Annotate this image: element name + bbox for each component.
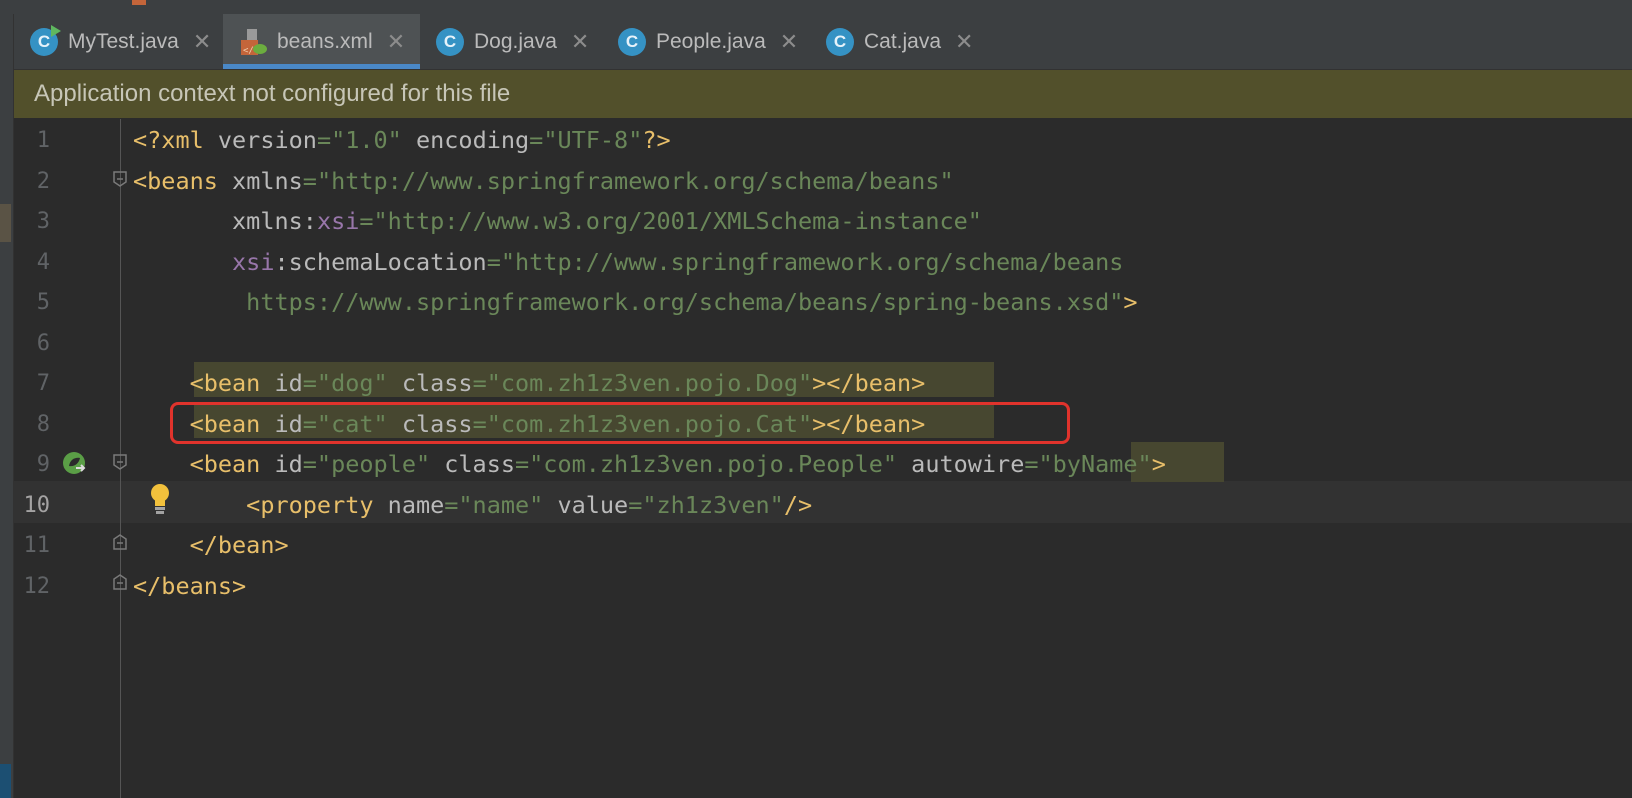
code-token: ="name"	[444, 490, 558, 519]
code-token: id	[274, 369, 303, 397]
code-token: ="dog"	[302, 369, 402, 397]
close-icon[interactable]: ✕	[780, 30, 798, 53]
tab-cat-java[interactable]: C Cat.java ✕	[826, 14, 996, 69]
java-class-icon: C	[618, 27, 646, 56]
code-line[interactable]: <bean id="dog" class="com.zh1z3ven.pojo.…	[133, 363, 926, 403]
code-token: ="http://www.w3.org/2001/XMLSchema-insta…	[359, 207, 982, 235]
line-number[interactable]: 1	[14, 128, 50, 153]
code-line[interactable]: https://www.springframework.org/schema/b…	[133, 282, 1138, 322]
tab-people-java[interactable]: C People.java ✕	[618, 14, 818, 69]
close-icon[interactable]: ✕	[955, 30, 973, 53]
code-token: ="com.zh1z3ven.pojo.People"	[515, 450, 912, 478]
line-number[interactable]: 4	[14, 250, 50, 275]
code-token: </bean>	[133, 531, 289, 559]
window-marker	[132, 0, 146, 5]
line-number[interactable]: 2	[14, 169, 50, 194]
spring-bean-navigate-icon[interactable]	[62, 451, 88, 477]
line-number[interactable]: 5	[14, 290, 50, 315]
editor-tab-bar: C MyTest.java ✕ </ beans.xml ✕ C Dog.jav…	[14, 14, 1632, 70]
code-line[interactable]: </beans>	[133, 566, 246, 606]
close-icon[interactable]: ✕	[571, 30, 589, 53]
fold-collapse-icon[interactable]	[113, 171, 127, 187]
code-token: ="zh1z3ven"	[628, 490, 784, 519]
line-number[interactable]: 10	[14, 493, 51, 518]
tab-label: beans.xml	[277, 29, 373, 53]
line-number[interactable]: 9	[14, 452, 50, 477]
code-line[interactable]: xmlns:xsi="http://www.w3.org/2001/XMLSch…	[133, 201, 982, 241]
code-token: <bean	[133, 369, 275, 397]
code-token: />	[783, 490, 813, 519]
tab-label: Cat.java	[864, 29, 942, 53]
java-class-run-icon: C	[30, 24, 61, 56]
code-token: value	[557, 490, 629, 519]
code-token: class	[401, 369, 473, 397]
tool-strip-selected[interactable]	[0, 764, 11, 798]
code-token: <?xml	[133, 126, 218, 154]
code-editor[interactable]: 1 <?xml version="1.0" encoding="UTF-8"?> 2…	[14, 119, 1632, 798]
code-line[interactable]: <beans xmlns="http://www.springframework…	[133, 161, 954, 201]
tab-label: MyTest.java	[68, 29, 179, 53]
fold-collapse-icon[interactable]	[113, 454, 127, 470]
tab-dog-java[interactable]: C Dog.java ✕	[436, 14, 606, 69]
line-number[interactable]: 7	[14, 371, 50, 396]
tab-label: People.java	[656, 29, 766, 53]
code-token: https://www.springframework.org/schema/b…	[133, 288, 1124, 316]
banner-text: Application context not configured for t…	[34, 80, 511, 107]
svg-text:</: </	[243, 46, 254, 56]
code-token: xmlns:	[133, 207, 317, 235]
code-token: :schemaLocation	[274, 247, 487, 276]
code-line[interactable]: xsi:schemaLocation="http://www.springfra…	[133, 242, 1123, 282]
code-token: ="UTF-8"	[529, 126, 643, 154]
tab-mytest-java[interactable]: C MyTest.java ✕	[30, 14, 226, 69]
project-tool-marker[interactable]	[0, 204, 11, 242]
code-token: ="byName"	[1024, 450, 1152, 478]
code-token: </beans>	[133, 571, 247, 600]
fold-end-icon[interactable]	[113, 574, 127, 590]
title-strip	[0, 0, 1632, 15]
java-class-icon: C	[436, 27, 464, 56]
active-tab-indicator	[223, 64, 420, 69]
code-token: >	[1123, 288, 1138, 316]
code-line[interactable]: <bean id="people" class="com.zh1z3ven.po…	[133, 444, 1166, 484]
tab-label: Dog.java	[474, 29, 557, 53]
java-class-icon: C	[826, 27, 854, 56]
application-context-banner[interactable]: Application context not configured for t…	[14, 70, 1632, 118]
code-token: ="1.0"	[316, 126, 416, 154]
code-token: autowire	[911, 450, 1025, 478]
code-token: <bean	[133, 450, 275, 478]
close-icon[interactable]: ✕	[387, 30, 405, 53]
tab-beans-xml[interactable]: </ beans.xml ✕	[223, 14, 420, 69]
left-tool-strip	[0, 14, 14, 798]
code-token: version	[217, 126, 317, 154]
code-line[interactable]: <?xml version="1.0" encoding="UTF-8"?>	[133, 120, 671, 160]
code-line[interactable]: </bean>	[133, 525, 289, 565]
close-icon[interactable]: ✕	[193, 30, 211, 53]
code-token: xsi	[133, 247, 275, 276]
line-number[interactable]: 12	[14, 574, 51, 599]
fold-end-icon[interactable]	[113, 534, 127, 550]
line-number[interactable]: 8	[14, 412, 50, 437]
code-token: name	[387, 490, 445, 519]
code-line[interactable]: <property name="name" value="zh1z3ven"/>	[133, 485, 812, 525]
code-token: ="people"	[302, 450, 445, 478]
spring-xml-icon: </	[239, 28, 267, 56]
code-token: encoding	[415, 126, 530, 154]
code-token: ="com.zh1z3ven.pojo.Dog"	[472, 369, 813, 397]
code-token: ="http://www.springframework.org/schema/…	[486, 247, 1124, 276]
code-token: ></bean>	[812, 369, 926, 397]
code-token: ="http://www.springframework.org/schema/…	[302, 166, 954, 195]
code-token: <beans	[133, 166, 233, 195]
code-token: id	[274, 450, 303, 478]
intention-bulb-icon[interactable]	[148, 482, 172, 516]
line-number[interactable]: 3	[14, 209, 50, 234]
code-token: ?>	[642, 126, 671, 154]
annotation-highlight-box	[170, 402, 1070, 444]
code-token: xsi	[316, 207, 360, 235]
line-number[interactable]: 11	[14, 533, 51, 558]
code-token: xmlns	[232, 166, 303, 195]
code-token: class	[444, 450, 516, 478]
line-number[interactable]: 6	[14, 331, 50, 356]
code-token: >	[1151, 450, 1166, 478]
